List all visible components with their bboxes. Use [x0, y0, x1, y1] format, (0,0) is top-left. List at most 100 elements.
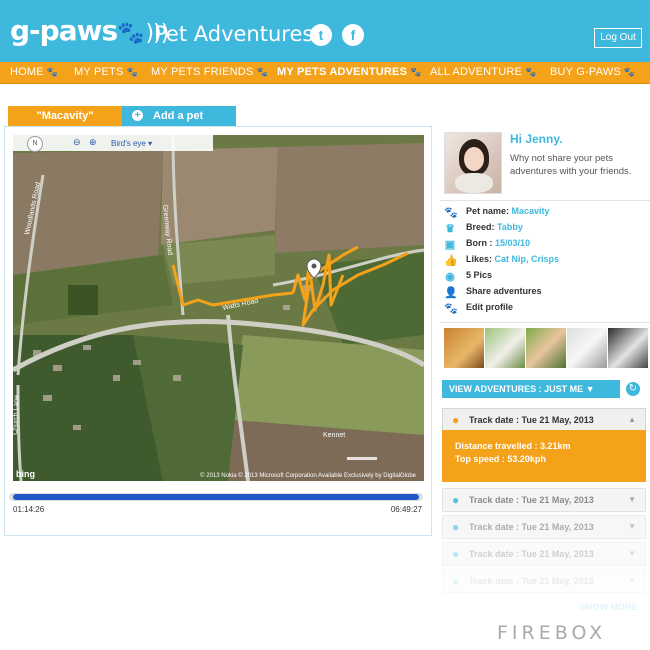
nav-item-my-pets-friends[interactable]: MY PETS FRIENDS 🐾 — [151, 66, 268, 78]
nav-item-all-adventure[interactable]: ALL ADVENTURE 🐾 — [430, 66, 536, 78]
nav-label: BUY G-PAWS — [550, 66, 621, 78]
map-copyright: © 2013 Nokia © 2013 Microsoft Corporatio… — [200, 473, 416, 479]
nav-item-my-pets-adventures[interactable]: MY PETS ADVENTURES 🐾 — [277, 66, 422, 78]
show-more-link[interactable]: SHOW MORE — [580, 602, 638, 612]
start-time: 01:14:26 — [13, 505, 45, 514]
refresh-icon[interactable]: ↻ — [626, 382, 640, 396]
paw-icon: 🐾 — [525, 67, 537, 77]
track-date: Track date : Tue 21 May, 2013 — [469, 522, 594, 532]
track-date: Track date : Tue 21 May, 2013 — [469, 495, 594, 505]
born-label: Born : — [466, 238, 493, 248]
add-pet-tab[interactable]: + Add a pet — [122, 106, 236, 126]
breed-row: ♛ Breed: Tabby — [444, 222, 523, 238]
zoom-in-icon[interactable]: ⊕ — [89, 137, 97, 148]
paw-icon: 🐾 — [444, 207, 458, 219]
pet-photo-5[interactable] — [608, 328, 648, 368]
tab-macavity[interactable]: "Macavity" — [8, 106, 122, 126]
track-item[interactable]: ● Track date : Tue 21 May, 2013 ▼ — [442, 488, 646, 512]
pet-photo-3[interactable] — [526, 328, 566, 368]
paw-icon: 🐾 — [126, 67, 138, 77]
track-details: Distance travelled : 3.21km Top speed : … — [442, 430, 646, 482]
pet-name-label: Pet name: — [466, 206, 510, 216]
nav-label: ALL ADVENTURE — [430, 66, 523, 78]
page-title: Pet Adventures. — [154, 22, 320, 46]
chevron-up-icon: ▲ — [628, 415, 636, 424]
pet-name-row: 🐾 Pet name: Macavity — [444, 206, 550, 222]
track-item[interactable]: ● Track date : Tue 21 May, 2013 ▼ — [442, 515, 646, 539]
track-date: Track date : Tue 21 May, 2013 — [469, 576, 594, 586]
view-adventures-button[interactable]: VIEW ADVENTURES : JUST ME ▼ — [442, 380, 620, 398]
distance-travelled: Distance travelled : 3.21km — [455, 441, 571, 451]
track-item[interactable]: ● Track date : Tue 21 May, 2013 ▼ — [442, 542, 646, 566]
nav-label: MY PETS FRIENDS — [151, 66, 254, 78]
map-panel: Woodlands Road Greenway Road Watts Road … — [4, 126, 432, 536]
twitter-glyph: t — [318, 27, 324, 43]
track-item[interactable]: ● Track date : Tue 21 May, 2013 ▼ — [442, 569, 646, 593]
born-row: ▣ Born : 15/03/10 — [444, 238, 530, 254]
pics-row[interactable]: ◉ 5 Pics — [444, 270, 492, 286]
pet-name-value: Macavity — [511, 206, 550, 216]
chevron-down-icon: ▼ — [628, 576, 636, 585]
end-time: 06:49:27 — [390, 505, 422, 514]
nav-label: MY PETS ADVENTURES — [277, 66, 408, 78]
born-value: 15/03/10 — [495, 238, 531, 248]
pics-label: 5 Pics — [466, 270, 493, 280]
paw-icon: 🐾 — [256, 67, 268, 77]
camera-icon: ◉ — [445, 271, 455, 283]
main-nav: HOME 🐾 MY PETS 🐾 MY PETS FRIENDS 🐾 MY PETS … — [0, 62, 650, 84]
breed-label: Breed: — [466, 222, 495, 232]
paw-icon: 🐾 — [444, 303, 458, 315]
compass-icon[interactable]: N — [27, 136, 43, 152]
likes-row: 👍 Likes: Cat Nip, Crisps — [444, 254, 559, 270]
nav-label: HOME — [10, 66, 44, 78]
nav-item-buy-g-paws[interactable]: BUY G-PAWS 🐾 — [550, 66, 635, 78]
likes-label: Likes: — [466, 254, 493, 264]
track-date: Track date : Tue 21 May, 2013 — [469, 415, 594, 425]
track-item-active[interactable]: ● Track date : Tue 21 May, 2013 ▲ — [442, 408, 646, 432]
divider — [440, 200, 650, 201]
edit-label: Edit profile — [466, 302, 513, 312]
share-adventures-link[interactable]: 👤 Share adventures — [444, 286, 542, 302]
chevron-down-icon: ▼ — [628, 549, 636, 558]
greeting-subtext: Why not share your pets adventures with … — [510, 153, 632, 177]
crown-icon: ♛ — [445, 223, 455, 235]
location-pin-icon: ● — [452, 493, 460, 507]
chevron-down-icon: ▼ — [628, 522, 636, 531]
top-speed: Top speed : 53.20kph — [455, 454, 546, 464]
avatar — [444, 132, 502, 194]
nav-item-home[interactable]: HOME 🐾 — [10, 66, 58, 78]
map-toolbar: N ⊖ ⊕ Bird's eye ▾ — [13, 135, 213, 152]
satellite-map[interactable]: Woodlands Road Greenway Road Watts Road … — [13, 135, 424, 481]
bing-logo: bing — [16, 469, 35, 479]
g-paws-logo[interactable]: g-paws🐾))) — [10, 14, 169, 47]
pet-photo-1[interactable] — [444, 328, 484, 368]
divider — [440, 322, 650, 323]
avatar-cat — [455, 173, 493, 193]
compass-label: N — [32, 140, 38, 147]
twitter-icon[interactable]: t — [310, 24, 332, 46]
firebox-watermark: FIREBOX — [497, 622, 607, 644]
share-label: Share adventures — [466, 286, 542, 296]
thumbs-up-icon: 👍 — [444, 255, 458, 267]
breed-value: Tabby — [497, 222, 523, 232]
likes-value: Cat Nip, Crisps — [494, 254, 560, 264]
paw-icon: 🐾 — [410, 67, 422, 77]
location-pin-icon: ● — [452, 574, 460, 588]
nav-item-my-pets[interactable]: MY PETS 🐾 — [74, 66, 138, 78]
pet-photo-2[interactable] — [485, 328, 525, 368]
facebook-icon[interactable]: f — [342, 24, 364, 46]
logout-button[interactable]: Log Out — [594, 28, 642, 48]
pet-photo-strip — [440, 328, 650, 368]
nav-label: MY PETS — [74, 66, 124, 78]
avatar-face — [464, 147, 484, 171]
greeting: Hi Jenny. — [510, 132, 563, 146]
pet-photo-4[interactable] — [567, 328, 607, 368]
playback-scrubber[interactable] — [9, 493, 423, 501]
facebook-glyph: f — [350, 27, 356, 43]
zoom-out-icon[interactable]: ⊖ — [73, 137, 81, 148]
view-mode-select[interactable]: Bird's eye ▾ — [111, 139, 152, 148]
edit-profile-link[interactable]: 🐾 Edit profile — [444, 302, 513, 318]
add-user-icon: 👤 — [444, 287, 458, 299]
plus-icon: + — [132, 110, 143, 121]
location-pin-icon: ● — [452, 547, 460, 561]
